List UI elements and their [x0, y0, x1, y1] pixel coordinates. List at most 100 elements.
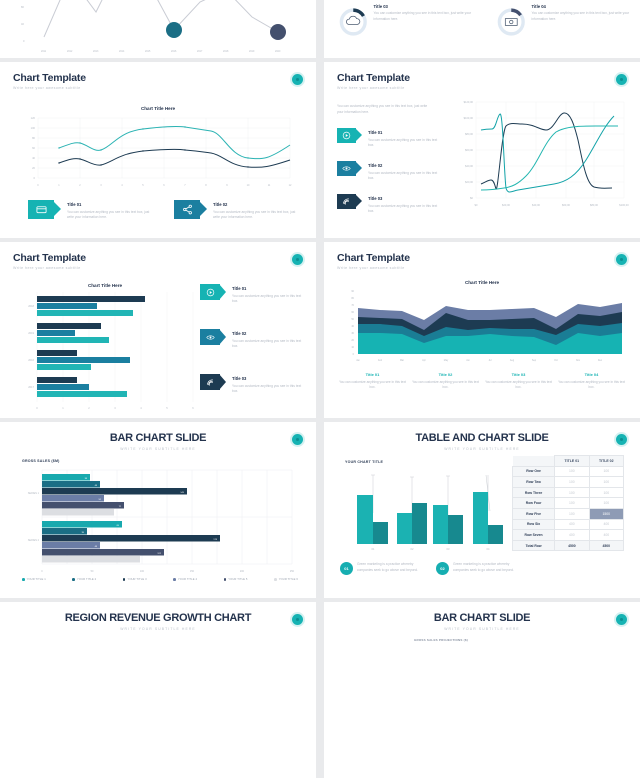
cell: 100	[554, 497, 590, 509]
info-card-1[interactable]: Title 01 You can customize anything you …	[337, 128, 442, 149]
card-title: Title 02	[213, 202, 228, 207]
svg-text:$40,00: $40,00	[465, 164, 473, 168]
svg-text:0: 0	[41, 570, 43, 573]
area-chart: 90 80 70 60 50 40 30 20 10 0 Jan Feb Mar Apr May J…	[351, 290, 622, 362]
svg-text:May: May	[444, 359, 449, 362]
legend-item[interactable]: YOUR TITLE 5	[223, 578, 248, 581]
table-row[interactable]: Row Two 100 100	[511, 476, 625, 488]
legend-item[interactable]: YOUR TITLE 6	[274, 578, 298, 581]
eye-icon	[342, 166, 351, 171]
table-row[interactable]: Row Five 100 1500	[511, 507, 625, 520]
svg-text:20: 20	[351, 339, 354, 342]
slide-chart-template-hbar[interactable]: Chart Template Write here your awesome s…	[0, 242, 316, 418]
svg-text:02: 02	[411, 547, 414, 551]
note-1[interactable]: 01 Green marketing is a practice whereby…	[340, 562, 425, 575]
table-row[interactable]: Row Six 400 400	[511, 518, 625, 531]
info-card-2[interactable]: Title 02 You can customize anything you …	[200, 329, 308, 350]
slide-chart-template-area[interactable]: Chart Template Write here your awesome s…	[324, 242, 640, 418]
page-subtitle: WRITE YOUR SUBTITLE HERE	[120, 446, 196, 451]
data-table[interactable]: TITLE 01 TITLE 02 Row One 100 100 Row Two 1…	[511, 455, 625, 552]
svg-text:100: 100	[140, 570, 145, 573]
info-card-2[interactable]: Title 02 You can customize anything you …	[337, 161, 442, 182]
slide-chart-template-line[interactable]: Chart Template Write here your awesome s…	[0, 62, 316, 238]
slide-number-badge[interactable]	[616, 614, 627, 625]
cell: 100	[554, 476, 590, 488]
legend-item[interactable]: YOUR TITLE 4	[173, 578, 197, 581]
card-body: You can customize anything you see in th…	[67, 209, 150, 220]
note-2[interactable]: 02 Green marketing is a practice whereby…	[436, 562, 521, 575]
slide-bottom-right-partial[interactable]: BAR CHART SLIDE WRITE YOUR SUBTITLE HERE…	[324, 602, 640, 778]
info-card-1[interactable]: Title 01 You can customize anything you …	[200, 284, 308, 305]
legend-body: You can customize anything you see in th…	[412, 379, 479, 390]
table-total-row[interactable]: Total Row 4500 4500	[511, 539, 625, 552]
slide-number-badge[interactable]	[292, 434, 303, 445]
slide-bar-chart[interactable]: BAR CHART SLIDE WRITE YOUR SUBTITLE HERE…	[0, 422, 316, 598]
svg-text:Feb: Feb	[378, 359, 383, 362]
svg-text:$80,00: $80,00	[465, 132, 473, 136]
table-row[interactable]: Row Four 100 100	[511, 497, 625, 509]
slide-table-and-chart[interactable]: TABLE AND CHART SLIDE WRITE YOUR SUBTITL…	[324, 422, 640, 598]
chart-title: Chart Title Here	[140, 106, 176, 111]
info-card-3[interactable]: Title 03 You can customize anything you …	[200, 374, 308, 395]
slide-chart-template-multiline[interactable]: Chart Template Write here your awesome s…	[324, 62, 640, 238]
chart-label: YOUR CHART TITLE	[345, 460, 384, 464]
svg-text:7: 7	[184, 184, 186, 187]
slide-top-right-partial[interactable]: Title 03 You can customize anything you …	[324, 0, 640, 58]
card-title: Title 01	[368, 130, 383, 135]
card-body: You can customize anything you see in th…	[368, 170, 438, 181]
wifi-icon	[206, 379, 213, 386]
svg-text:0: 0	[353, 353, 355, 356]
svg-text:50: 50	[91, 570, 94, 573]
data-table-wrap[interactable]: TITLE 01 TITLE 02 Row One 100 100 Row Two 1…	[511, 455, 625, 552]
svg-text:2016: 2016	[28, 358, 34, 362]
svg-text:40: 40	[351, 325, 354, 328]
timeline-chart: 80 40 0 2011 2012 2013 2014 2015 2016 2017 2…	[21, 0, 286, 53]
svg-text:$120,00: $120,00	[464, 100, 474, 104]
legend-swatch	[22, 578, 25, 581]
legend-item[interactable]: Title 03 You can customize anything you …	[482, 372, 555, 391]
area-legend: Title 01 You can customize anything you …	[336, 372, 628, 391]
legend-label: YOUR TITLE 5	[228, 578, 248, 581]
svg-text:250: 250	[290, 570, 295, 573]
svg-text:2: 2	[79, 184, 81, 187]
column-header[interactable]: TITLE 02	[588, 455, 625, 467]
slide-top-left-partial[interactable]: 80 40 0 2011 2012 2013 2014 2015 2016 2017 2…	[0, 0, 316, 58]
line-chart: 12010080 604020 0 012 345 678 9 10 11 12	[31, 116, 292, 187]
cell-highlighted: 1500	[588, 507, 625, 520]
table-row[interactable]: Row Seven 400 400	[511, 529, 625, 541]
slide-number-badge[interactable]	[616, 434, 627, 445]
table-row[interactable]: Row Three 100 100	[511, 486, 625, 499]
slide-bottom-left-partial[interactable]: REGION REVENUE GROWTH CHART WRITE YOUR S…	[0, 602, 316, 778]
legend-swatch	[223, 578, 227, 581]
legend-item[interactable]: Title 02 You can customize anything you …	[409, 372, 482, 391]
page-subtitle: Write here your awesome subtitle	[13, 266, 81, 270]
slide-number-badge[interactable]	[292, 74, 303, 85]
slide-number-badge[interactable]	[616, 74, 627, 85]
legend-item[interactable]: Title 04 You can customize anything you …	[555, 372, 628, 391]
legend-item[interactable]: Title 01 You can customize anything you …	[336, 372, 409, 391]
grid-gutter-vertical	[316, 0, 324, 640]
cell: 400	[554, 518, 590, 531]
page-subtitle: Write here your awesome subtitle	[337, 86, 405, 90]
legend-item[interactable]: YOUR TITLE 3	[122, 578, 147, 581]
info-card-1[interactable]: Title 01 You can customize anything you …	[28, 200, 156, 221]
svg-text:4: 4	[140, 406, 142, 410]
column-header[interactable]: TITLE 01	[554, 455, 590, 467]
info-card-3[interactable]: Title 03 You can customize anything you …	[337, 194, 442, 215]
svg-text:$100,00: $100,00	[619, 203, 629, 207]
svg-text:Oct: Oct	[554, 359, 558, 362]
svg-text:80: 80	[21, 5, 24, 9]
row-header: Row Three	[511, 486, 556, 499]
svg-text:40: 40	[32, 156, 35, 160]
svg-text:30: 30	[351, 332, 354, 335]
table-row[interactable]: Row One 100 100	[511, 465, 625, 478]
svg-text:20: 20	[32, 166, 35, 170]
legend-swatch	[72, 578, 76, 581]
legend-item[interactable]: YOUR TITLE 2	[72, 578, 96, 581]
slide-number-badge[interactable]	[292, 614, 303, 625]
info-card-2[interactable]: Title 02 You can customize anything you …	[174, 200, 302, 221]
slide-number-badge[interactable]	[616, 254, 627, 265]
legend-title: Title 02	[438, 372, 453, 377]
legend-item[interactable]: YOUR TITLE 1	[22, 578, 46, 581]
slide-number-badge[interactable]	[292, 254, 303, 265]
